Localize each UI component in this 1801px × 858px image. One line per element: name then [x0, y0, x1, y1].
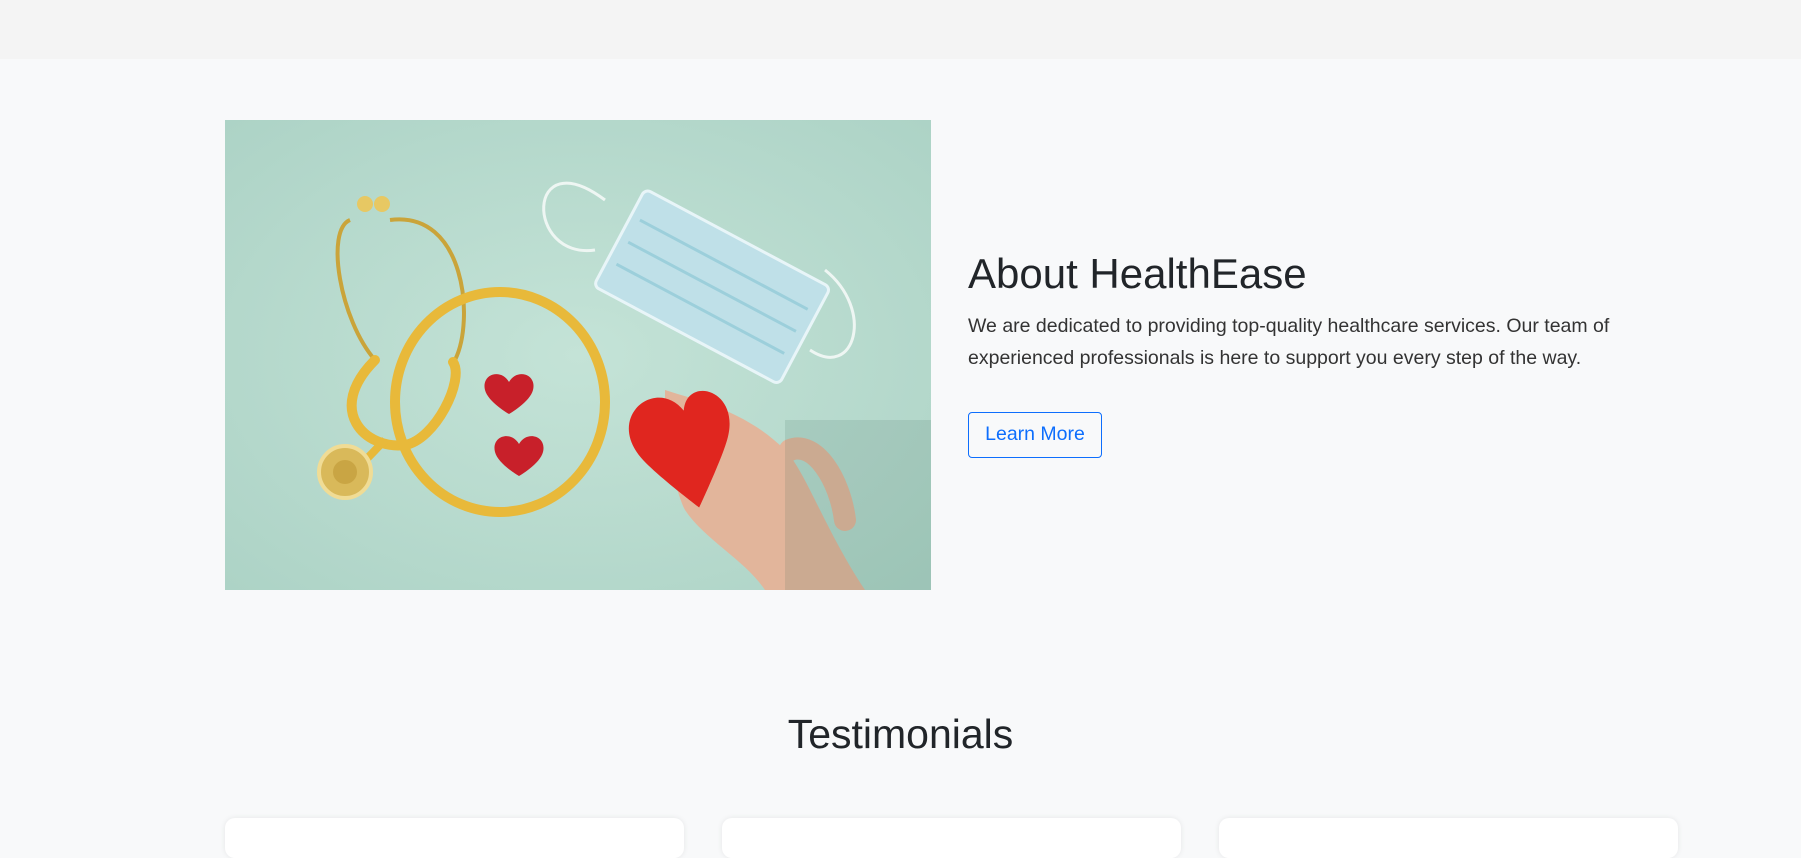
- navbar-area: [0, 0, 1801, 59]
- testimonial-card: [225, 818, 684, 858]
- testimonial-card: [1219, 818, 1678, 858]
- about-description: We are dedicated to providing top-qualit…: [968, 315, 1610, 369]
- testimonial-card: [722, 818, 1181, 858]
- about-title: About HealthEase: [968, 250, 1307, 297]
- about-image: [225, 120, 931, 590]
- learn-more-button[interactable]: Learn More: [968, 412, 1102, 458]
- medical-photo-illustration: [225, 120, 931, 590]
- testimonials-title: Testimonials: [787, 711, 1014, 757]
- about-section: About HealthEase We are dedicated to pro…: [968, 248, 1648, 458]
